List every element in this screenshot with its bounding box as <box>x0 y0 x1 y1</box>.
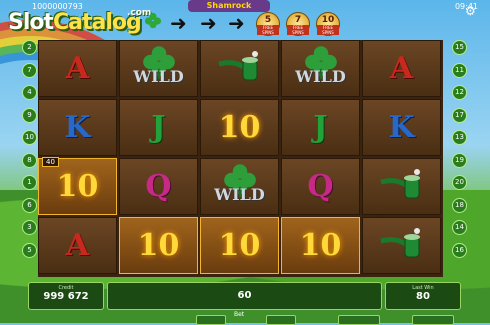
free-spins-badge-10: 10 FREE SPINS <box>316 12 340 36</box>
clover-icon <box>144 12 162 29</box>
last-win-display: Last Win 80 <box>385 282 461 310</box>
reel-cell: J <box>281 99 360 156</box>
reel-cell: 10 <box>119 217 198 274</box>
symbol-pipe-icon <box>362 217 441 274</box>
payline-number[interactable]: 17 <box>452 107 467 123</box>
arrow-right-icon: ➜ <box>228 11 245 35</box>
current-win-display: 60 <box>107 282 382 310</box>
symbol-wild: WILD <box>200 158 279 215</box>
wild-label: WILD <box>295 67 346 86</box>
symbol-q: Q <box>307 169 334 204</box>
payline-number[interactable]: 18 <box>452 197 467 213</box>
symbol-wild: WILD <box>281 40 360 97</box>
logo-part-1: Slot <box>8 10 54 35</box>
credit-display: Credit 999 672 <box>28 282 104 310</box>
last-win-value: 80 <box>416 291 430 302</box>
free-spins-badge-5: 5 FREE SPINS <box>256 12 280 36</box>
symbol-10: 10 <box>299 228 342 263</box>
payline-number[interactable]: 3 <box>22 220 37 235</box>
arrow-right-icon: ➜ <box>170 11 187 35</box>
symbol-pipe-icon <box>200 40 279 97</box>
reel-cell: A <box>362 40 441 97</box>
symbol-10: 10 <box>218 110 261 145</box>
symbol-a: A <box>65 228 90 263</box>
credit-value: 999 672 <box>43 291 89 302</box>
bet-label: Bet <box>234 311 245 318</box>
payline-number[interactable]: 19 <box>452 152 467 168</box>
symbol-10: 10 <box>218 228 261 263</box>
symbol-q: Q <box>145 169 172 204</box>
reel-cell: 10 <box>200 217 279 274</box>
reel-cell: A <box>38 217 117 274</box>
symbol-a: A <box>389 51 414 86</box>
symbol-10: 10 <box>56 169 99 204</box>
payline-number[interactable]: 13 <box>452 130 467 145</box>
payline-number[interactable]: 15 <box>452 40 467 55</box>
payline-number[interactable]: 1 <box>22 175 37 190</box>
payline-number[interactable]: 14 <box>452 220 467 235</box>
symbol-k: K <box>64 110 91 145</box>
payline-number[interactable]: 8 <box>22 152 37 168</box>
payline-number[interactable]: 6 <box>22 197 37 213</box>
payline-number[interactable]: 4 <box>22 85 37 100</box>
bet-decrease-button[interactable] <box>196 315 226 325</box>
payline-number[interactable]: 16 <box>452 242 467 258</box>
symbol-wild: WILD <box>119 40 198 97</box>
free-spins-badge-7: 7 FREE SPINS <box>286 12 310 36</box>
bottom-control-bar: Credit 999 672 60 Last Win 80 Bet <box>0 278 490 325</box>
reel-cell: 10 <box>281 217 360 274</box>
reel-cell: K <box>362 99 441 156</box>
cell-win-amount-tag: 40 <box>42 157 59 167</box>
reel-cell: Q <box>119 158 198 215</box>
payline-number[interactable]: 2 <box>22 40 37 55</box>
symbol-10: 10 <box>137 228 180 263</box>
spin-button[interactable] <box>412 315 454 325</box>
payline-number[interactable]: 12 <box>452 85 467 100</box>
reel-cell: Q <box>281 158 360 215</box>
wild-label: WILD <box>214 185 265 204</box>
arrow-right-icon: ➜ <box>200 11 217 35</box>
payline-number[interactable]: 7 <box>22 62 37 78</box>
reel-grid: A WILD WILD A K J 10 J K 10 Q WILD Q A 10 10 10 <box>38 40 443 277</box>
slotcatalog-logo: SlotCatalog <box>8 10 142 35</box>
symbol-j: J <box>151 110 166 145</box>
payline-number[interactable]: 10 <box>22 130 37 145</box>
autoplay-button[interactable] <box>338 315 380 325</box>
symbol-a: A <box>65 51 90 86</box>
payline-number[interactable]: 11 <box>452 62 467 78</box>
reel-cell: J <box>119 99 198 156</box>
payline-number[interactable]: 9 <box>22 107 37 123</box>
settings-gear-icon[interactable]: ⚙ <box>465 4 476 18</box>
payline-number[interactable]: 20 <box>452 175 467 190</box>
reel-cell: A <box>38 40 117 97</box>
symbol-pipe-icon <box>362 158 441 215</box>
wild-label: WILD <box>133 67 184 86</box>
symbol-j: J <box>313 110 328 145</box>
reel-cell: 10 <box>200 99 279 156</box>
payline-number[interactable]: 5 <box>22 242 37 258</box>
symbol-k: K <box>388 110 415 145</box>
bet-increase-button[interactable] <box>266 315 296 325</box>
reel-cell: K <box>38 99 117 156</box>
